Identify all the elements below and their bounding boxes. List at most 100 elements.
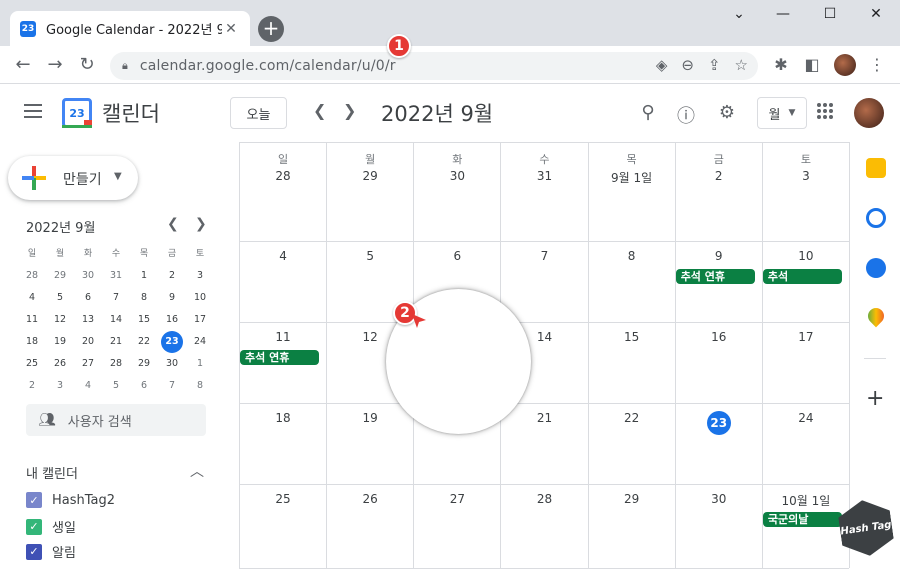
help-icon[interactable]: ⓘ xyxy=(674,102,698,128)
event-chip[interactable]: 추석 연휴 xyxy=(240,350,320,365)
mini-day[interactable]: 22 xyxy=(130,331,158,353)
day-cell[interactable]: 24 xyxy=(761,404,849,485)
tab-close-icon[interactable]: ✕ xyxy=(222,21,240,37)
day-number[interactable]: 30 xyxy=(676,492,762,506)
apps-grid-icon[interactable] xyxy=(817,103,833,119)
extensions-puzzle-icon[interactable]: ✱ xyxy=(770,55,792,74)
day-cell[interactable]: 30 xyxy=(674,485,762,569)
mini-day[interactable]: 30 xyxy=(158,353,186,375)
tasks-icon[interactable] xyxy=(866,208,886,228)
mini-day[interactable]: 6 xyxy=(130,375,158,397)
day-cell[interactable]: 목 9월 1일 xyxy=(587,143,675,242)
day-number[interactable]: 11 xyxy=(240,330,326,344)
mini-next-icon[interactable]: ❯ xyxy=(195,216,207,232)
add-addon-icon[interactable]: + xyxy=(866,386,884,411)
profile-avatar[interactable] xyxy=(834,54,856,76)
day-cell[interactable]: 26 xyxy=(326,485,414,569)
back-arrow-icon[interactable]: ← xyxy=(12,54,34,76)
day-cell[interactable]: 금2 xyxy=(674,143,762,242)
day-cell[interactable]: 화 30 xyxy=(413,143,501,242)
mini-day[interactable]: 8 xyxy=(186,375,214,397)
address-bar[interactable]: 🔒︎ calendar.google.com/calendar/u/0/r ◈ … xyxy=(110,52,758,80)
settings-gear-icon[interactable]: ⚙ xyxy=(715,102,739,123)
day-number[interactable]: 5 xyxy=(327,249,413,263)
calendar-item[interactable]: ✓ 알림 xyxy=(26,542,76,561)
mini-day-today[interactable]: 23 xyxy=(158,331,186,353)
day-cell[interactable]: 16 xyxy=(674,323,762,404)
day-cell[interactable]: 8 xyxy=(587,242,675,323)
mini-day[interactable]: 13 xyxy=(74,309,102,331)
day-number[interactable]: 28 xyxy=(240,169,326,183)
keep-icon[interactable] xyxy=(866,158,886,178)
mini-day[interactable]: 12 xyxy=(46,309,74,331)
day-number[interactable]: 2 xyxy=(676,169,762,183)
day-number[interactable]: 10월 1일 xyxy=(763,492,849,509)
bookmark-star-icon[interactable]: ☆ xyxy=(735,56,748,74)
day-cell[interactable]: 4 xyxy=(239,242,327,323)
day-number[interactable]: 7 xyxy=(501,249,587,263)
mini-day[interactable]: 1 xyxy=(130,265,158,287)
mini-day[interactable]: 26 xyxy=(46,353,74,375)
chevron-up-icon[interactable]: ︿ xyxy=(190,461,204,481)
mini-day[interactable]: 7 xyxy=(102,287,130,309)
mini-day[interactable]: 27 xyxy=(74,353,102,375)
mini-day[interactable]: 15 xyxy=(130,309,158,331)
mini-prev-icon[interactable]: ❮ xyxy=(167,216,179,232)
contacts-icon[interactable] xyxy=(866,258,886,278)
tab-search-icon[interactable]: ⌄ xyxy=(724,6,754,22)
menu-kebab-icon[interactable]: ⋮ xyxy=(866,55,888,74)
mini-day[interactable]: 21 xyxy=(102,331,130,353)
day-number[interactable]: 25 xyxy=(240,492,326,506)
day-cell[interactable]: 21 xyxy=(500,404,588,485)
checkbox-icon[interactable]: ✓ xyxy=(26,492,42,508)
minimize-button[interactable]: — xyxy=(768,6,798,22)
day-number[interactable]: 8 xyxy=(589,249,675,263)
day-cell[interactable]: 22 xyxy=(587,404,675,485)
mini-day[interactable]: 6 xyxy=(74,287,102,309)
day-number[interactable]: 3 xyxy=(763,169,849,183)
day-cell[interactable]: 27 xyxy=(413,485,501,569)
day-cell[interactable]: 수 31 xyxy=(500,143,588,242)
day-number[interactable]: 9월 1일 xyxy=(589,169,675,186)
day-number[interactable]: 17 xyxy=(763,330,849,344)
day-cell[interactable]: 7 xyxy=(500,242,588,323)
day-number[interactable]: 27 xyxy=(414,492,500,506)
maximize-button[interactable]: ☐ xyxy=(815,6,845,22)
mini-day[interactable]: 29 xyxy=(46,265,74,287)
day-number[interactable]: 4 xyxy=(240,249,326,263)
day-number[interactable]: 10 xyxy=(763,249,849,263)
mini-day[interactable]: 4 xyxy=(74,375,102,397)
close-window-button[interactable]: ✕ xyxy=(861,6,891,22)
day-cell[interactable]: 10월 1일 xyxy=(761,485,849,569)
view-selector[interactable]: 월 ▼ xyxy=(757,97,807,129)
new-tab-button[interactable]: + xyxy=(258,16,284,42)
mini-day[interactable]: 2 xyxy=(18,375,46,397)
mini-day[interactable]: 30 xyxy=(74,265,102,287)
eye-icon[interactable]: ◈ xyxy=(656,56,668,74)
day-cell[interactable]: 15 xyxy=(587,323,675,404)
day-number[interactable]: 29 xyxy=(589,492,675,506)
today-button[interactable]: 오늘 xyxy=(230,97,287,129)
mini-day[interactable]: 20 xyxy=(74,331,102,353)
reload-icon[interactable]: ↻ xyxy=(76,54,98,76)
mini-day[interactable]: 8 xyxy=(130,287,158,309)
day-number[interactable]: 9 xyxy=(676,249,762,263)
mini-day[interactable]: 10 xyxy=(186,287,214,309)
mini-day[interactable]: 1 xyxy=(186,353,214,375)
day-cell[interactable]: 19 xyxy=(326,404,414,485)
day-number[interactable]: 19 xyxy=(327,411,413,425)
mini-day[interactable]: 17 xyxy=(186,309,214,331)
mini-day[interactable]: 11 xyxy=(18,309,46,331)
mini-day[interactable]: 25 xyxy=(18,353,46,375)
mini-day[interactable]: 31 xyxy=(102,265,130,287)
next-month-icon[interactable]: ❯ xyxy=(343,101,356,120)
day-cell[interactable]: 토3 xyxy=(761,143,849,242)
mini-day[interactable]: 14 xyxy=(102,309,130,331)
day-number-today[interactable]: 23 xyxy=(676,411,762,435)
day-cell[interactable]: 일 28 xyxy=(239,143,327,242)
browser-tab[interactable]: 23 Google Calendar - 2022년 9월 ✕ xyxy=(10,11,250,46)
day-number[interactable]: 28 xyxy=(501,492,587,506)
day-number[interactable]: 6 xyxy=(414,249,500,263)
maps-pin-icon[interactable] xyxy=(864,304,888,328)
mini-day[interactable]: 28 xyxy=(102,353,130,375)
